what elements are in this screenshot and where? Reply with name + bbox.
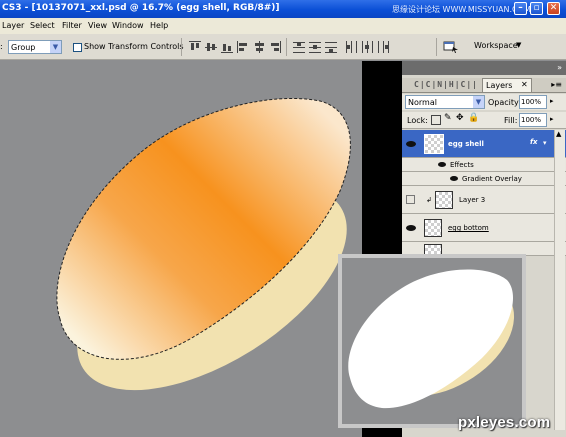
tab-layers[interactable]: Layers ✕ — [482, 78, 532, 92]
eye-icon[interactable] — [406, 225, 416, 231]
opacity-label: Opacity: — [488, 98, 521, 107]
align-left-icon[interactable] — [237, 41, 249, 53]
chevron-down-icon[interactable]: ▼ — [516, 41, 521, 49]
menu-view[interactable]: View — [88, 21, 107, 30]
layer-thumbnail — [424, 134, 444, 154]
align-top-icon[interactable] — [189, 41, 201, 53]
channel-tabs[interactable]: C∣C∣N∣H∣C∣∣ — [414, 80, 478, 89]
options-bar: : Group ▼ Show Transform Controls Worksp… — [0, 34, 566, 60]
egg-shell-shape — [56, 98, 351, 360]
eye-icon[interactable] — [450, 176, 458, 181]
opacity-slider-icon[interactable]: ▸ — [550, 97, 554, 105]
align-vcenter-icon[interactable] — [205, 41, 217, 53]
scroll-up-icon[interactable]: ▲ — [556, 130, 561, 138]
chevron-down-icon: ▼ — [473, 96, 484, 108]
eye-icon[interactable] — [438, 162, 446, 167]
gradient-overlay-row[interactable]: Gradient Overlay — [402, 172, 566, 186]
clip-arrow-icon: ↲ — [426, 196, 432, 204]
layer-row-egg-bottom[interactable]: egg bottom — [402, 214, 566, 242]
workspace-icon[interactable] — [443, 40, 459, 53]
align-bottom-icon[interactable] — [221, 41, 233, 53]
menu-select[interactable]: Select — [30, 21, 55, 30]
menu-filter[interactable]: Filter — [62, 21, 82, 30]
distribute-top-icon[interactable] — [293, 41, 305, 53]
chevron-down-icon: ▼ — [50, 41, 61, 53]
divider — [286, 38, 287, 56]
distribute-right-icon[interactable] — [377, 41, 389, 53]
close-button[interactable]: ✕ — [547, 2, 560, 15]
window-title: CS3 - [10137071_xxl.psd @ 16.7% (egg she… — [2, 3, 280, 13]
menu-help[interactable]: Help — [150, 21, 168, 30]
layer-thumbnail — [435, 191, 453, 209]
divider — [181, 38, 182, 56]
expand-arrow-icon[interactable]: ▾ — [543, 139, 547, 147]
preview-egg-shell — [348, 269, 514, 409]
lock-paint-icon[interactable]: ✎ — [444, 113, 452, 123]
lock-all-icon[interactable]: 🔒 — [468, 113, 479, 123]
menu-layer[interactable]: Layer — [2, 21, 24, 30]
fill-label: Fill: — [504, 116, 518, 125]
restore-button[interactable]: ▫ — [530, 2, 543, 15]
show-transform-checkbox[interactable] — [73, 43, 82, 52]
workspace-menu[interactable]: Workspace — [474, 41, 518, 50]
close-icon[interactable]: ✕ — [521, 80, 528, 89]
egg-artwork — [56, 98, 351, 391]
effects-row[interactable]: Effects — [402, 158, 566, 172]
lock-move-icon[interactable]: ✥ — [456, 113, 464, 123]
eye-icon[interactable] — [406, 141, 416, 147]
distribute-vcenter-icon[interactable] — [309, 41, 321, 53]
lock-transparency-icon[interactable] — [431, 115, 441, 125]
blend-row: Normal ▼ Opacity: 100% ▸ — [402, 94, 566, 110]
auto-select-dropdown[interactable]: Group ▼ — [8, 40, 62, 54]
distribute-bottom-icon[interactable] — [325, 41, 337, 53]
document-canvas[interactable] — [0, 61, 362, 437]
layer-row-egg-shell[interactable]: egg shell fx ▾ — [402, 130, 566, 158]
align-hcenter-icon[interactable] — [253, 41, 265, 53]
divider — [436, 38, 437, 56]
fill-field[interactable]: 100% — [519, 113, 547, 127]
layer-row-layer-3[interactable]: ↲ Layer 3 — [402, 186, 566, 214]
panel-collapse-icon[interactable]: » — [557, 63, 562, 72]
layers-scrollbar[interactable]: ▲ — [554, 130, 565, 430]
white-egg-preview — [348, 269, 515, 409]
align-right-icon[interactable] — [269, 41, 281, 53]
minimize-button[interactable]: – — [514, 2, 527, 15]
menu-bar: Layer Select Filter View Window Help — [0, 18, 566, 34]
menu-window[interactable]: Window — [112, 21, 144, 30]
lock-row: Lock: ✎ ✥ 🔒 Fill: 100% ▸ — [402, 112, 566, 129]
fx-icon[interactable]: fx — [530, 138, 538, 146]
panel-menu-icon[interactable]: ▸≡ — [551, 80, 562, 89]
panel-tabs: C∣C∣N∣H∣C∣∣ Layers ✕ ▸≡ — [402, 78, 566, 93]
lock-label: Lock: — [407, 116, 428, 125]
show-transform-label: Show Transform Controls — [84, 42, 184, 51]
site-watermark: 思缘设计论坛 WWW.MISSYUAN.COM — [392, 5, 531, 14]
layer-thumbnail — [424, 219, 442, 237]
fill-slider-icon[interactable]: ▸ — [550, 115, 554, 123]
blend-mode-dropdown[interactable]: Normal ▼ — [405, 95, 485, 109]
distribute-left-icon[interactable] — [345, 41, 357, 53]
auto-select-colon: : — [0, 42, 3, 51]
preview-inset — [338, 254, 526, 428]
distribute-hcenter-icon[interactable] — [361, 41, 373, 53]
visibility-toggle[interactable] — [406, 195, 415, 204]
opacity-field[interactable]: 100% — [519, 95, 547, 109]
pxleyes-watermark: pxleyes.com — [458, 414, 551, 431]
panel-header: » — [402, 61, 566, 75]
title-bar: CS3 - [10137071_xxl.psd @ 16.7% (egg she… — [0, 0, 566, 18]
